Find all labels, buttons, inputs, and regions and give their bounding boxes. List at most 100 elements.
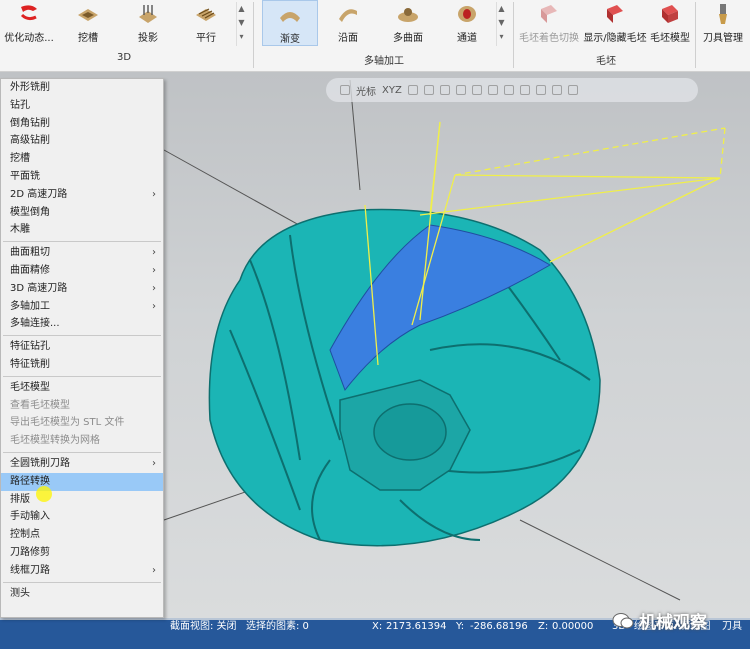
group-separator xyxy=(513,2,514,68)
parallel-button[interactable]: 平行 xyxy=(182,0,230,46)
menu-item: 导出毛坯模型为 STL 文件 xyxy=(1,414,163,432)
menu-item[interactable]: 2D 高速刀路 › xyxy=(1,186,163,204)
menu-item[interactable]: 刀路修剪 xyxy=(1,544,163,562)
menu-item-label: 木雕 xyxy=(10,224,30,236)
lock-icon[interactable] xyxy=(340,85,350,95)
arrow-icon[interactable] xyxy=(423,85,434,95)
section-view-status[interactable]: 截面视图: 关闭 xyxy=(170,620,237,634)
menu-item[interactable]: 平面铣 xyxy=(1,168,163,186)
port-button[interactable]: 通道 xyxy=(444,0,490,46)
menu-item[interactable]: 路径转换 xyxy=(1,472,163,491)
group-label-3d: 3D xyxy=(117,52,132,63)
menu-item: 毛坯模型转换为网格 xyxy=(1,432,163,450)
menu-item[interactable]: 高级钻削 xyxy=(1,132,163,150)
menu-item-label: 全圆铣削刀路 xyxy=(10,457,70,469)
submenu-arrow-icon: › xyxy=(152,282,156,294)
multi-surface-button[interactable]: 多曲面 xyxy=(380,0,436,46)
multi-surface-icon xyxy=(398,8,418,22)
parallel-icon xyxy=(196,8,216,21)
tool-plane-status[interactable]: 刀具 xyxy=(722,620,742,634)
point-icon[interactable] xyxy=(439,85,450,95)
menu-separator xyxy=(3,335,161,337)
undo-icon[interactable] xyxy=(551,85,562,95)
cursor-label[interactable]: 光标 xyxy=(356,83,376,98)
menu-item[interactable]: 曲面粗切 › xyxy=(1,244,163,262)
menu-item[interactable]: 挖槽 xyxy=(1,150,163,168)
along-surface-icon xyxy=(339,9,357,22)
solid-icon[interactable] xyxy=(487,85,498,95)
menu-item-label: 线框刀路 xyxy=(10,564,50,576)
watermark: 机械观察 xyxy=(612,608,707,633)
menu-item-label: 曲面精修 xyxy=(10,264,50,276)
menu-item-label: 刀路修剪 xyxy=(10,546,50,558)
menu-item-label: 曲面粗切 xyxy=(10,247,50,259)
gallery-scroll[interactable]: ▲ ▼ ▾ xyxy=(236,2,246,46)
menu-item[interactable]: 控制点 xyxy=(1,526,163,544)
x-label: X: xyxy=(372,621,383,632)
face-icon[interactable] xyxy=(471,85,482,95)
wechat-icon xyxy=(612,612,634,628)
menu-item-label: 钻孔 xyxy=(10,99,30,111)
redo-icon[interactable] xyxy=(567,85,578,95)
hub-bore xyxy=(373,403,447,461)
menu-item-label: 2D 高速刀路 xyxy=(10,188,68,200)
menu-item[interactable]: 多轴连接... xyxy=(1,315,163,333)
menu-item-label: 特征钻孔 xyxy=(10,341,50,353)
selected-entities-status: 选择的图素: 0 xyxy=(246,621,309,632)
button-label: 挖槽 xyxy=(78,33,98,44)
along-surface-button[interactable]: 沿面 xyxy=(325,0,371,46)
menu-item-label: 高级钻削 xyxy=(10,135,50,147)
button-label: 毛坯模型 xyxy=(650,33,690,44)
menu-item[interactable]: 多轴加工 › xyxy=(1,298,163,316)
button-label: 优化动态... xyxy=(4,33,54,44)
stock-model-button[interactable]: 毛坯模型 xyxy=(648,0,692,46)
select-icon[interactable] xyxy=(407,85,418,95)
menu-item[interactable]: 钻孔 xyxy=(1,97,163,115)
menu-item[interactable]: 木雕 xyxy=(1,221,163,239)
button-label: 刀具管理 xyxy=(703,33,743,44)
menu-item[interactable]: 排版 xyxy=(1,491,163,509)
gallery-scroll[interactable]: ▲ ▼ ▾ xyxy=(496,2,506,46)
menu-separator xyxy=(3,241,161,243)
sphere-icon[interactable] xyxy=(455,85,466,95)
x-coordinate: 2173.61394 xyxy=(386,621,447,632)
chain-icon[interactable] xyxy=(503,85,514,95)
submenu-arrow-icon: › xyxy=(152,457,156,469)
filter-icon[interactable] xyxy=(535,85,546,95)
menu-item[interactable]: 全圆铣削刀路 › xyxy=(1,455,163,473)
menu-item-label: 查看毛坯模型 xyxy=(10,399,70,411)
menu-item: 查看毛坯模型 xyxy=(1,397,163,415)
menu-item-label: 毛坯模型转换为网格 xyxy=(10,435,100,447)
optimize-dynamic-button[interactable]: 优化动态... xyxy=(2,0,56,46)
pocket-button[interactable]: 挖槽 xyxy=(64,0,112,46)
menu-item[interactable]: 3D 高速刀路 › xyxy=(1,280,163,298)
button-label: 平行 xyxy=(196,33,216,44)
menu-item[interactable]: 倒角钻削 xyxy=(1,115,163,133)
menu-item[interactable]: 线框刀路 › xyxy=(1,562,163,580)
menu-item[interactable]: 特征铣削 xyxy=(1,356,163,374)
button-label: 渐变 xyxy=(280,34,300,45)
menu-separator xyxy=(3,581,161,583)
tool-manager-icon xyxy=(719,4,727,24)
menu-item[interactable]: 毛坯模型 xyxy=(1,379,163,397)
ribbon: 优化动态... 挖槽 投影 平行 ▲ ▼ ▾ 3D 渐变 沿面 多曲面 通道 ▲ ▼ ▾… xyxy=(0,0,750,72)
menu-item[interactable]: 外形铣削 xyxy=(1,79,163,97)
stock-shading-toggle-button[interactable]: 毛坯着色切换 xyxy=(518,0,580,46)
menu-item-label: 倒角钻削 xyxy=(10,117,50,129)
menu-item-label: 导出毛坯模型为 STL 文件 xyxy=(10,417,125,429)
xyz-label[interactable]: XYZ xyxy=(382,85,402,96)
menu-item[interactable]: 特征钻孔 xyxy=(1,338,163,356)
menu-item[interactable]: 曲面精修 › xyxy=(1,262,163,280)
tool-manager-button[interactable]: 刀具管理 xyxy=(700,0,746,46)
group-separator xyxy=(695,2,696,68)
morph-button[interactable]: 渐变 xyxy=(262,0,318,46)
project-button[interactable]: 投影 xyxy=(124,0,172,46)
show-hide-stock-button[interactable]: 显示/隐藏毛坯 xyxy=(583,0,647,46)
menu-item-label: 毛坯模型 xyxy=(10,381,50,393)
grid-icon[interactable] xyxy=(519,85,530,95)
menu-item-label: 手动输入 xyxy=(10,511,50,523)
menu-item[interactable]: 测头 xyxy=(1,585,163,603)
stock-shading-icon xyxy=(541,5,557,23)
menu-item[interactable]: 手动输入 xyxy=(1,508,163,526)
menu-item[interactable]: 模型倒角 xyxy=(1,204,163,222)
